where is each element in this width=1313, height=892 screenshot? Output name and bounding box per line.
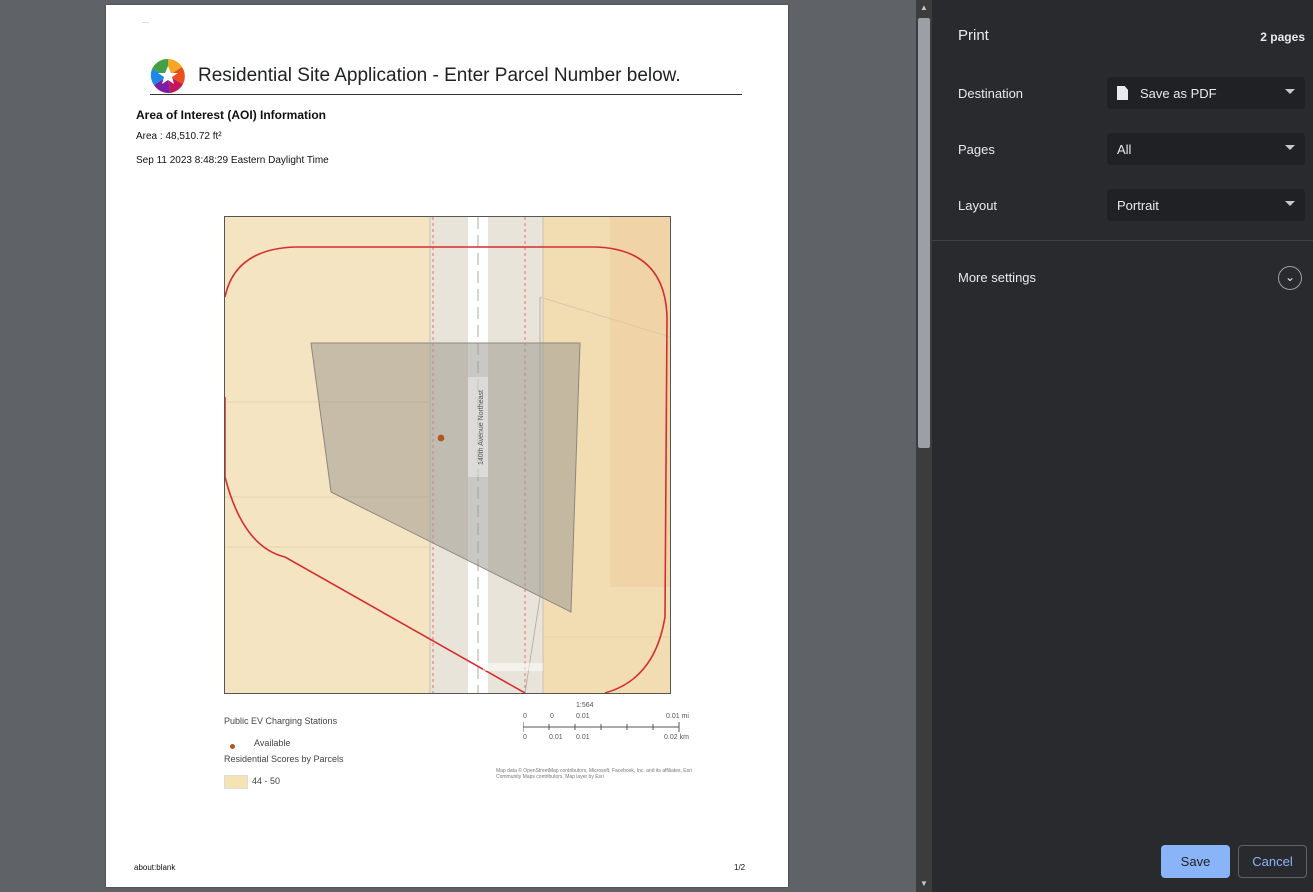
pages-label: Pages	[958, 142, 995, 157]
destination-value: Save as PDF	[1140, 85, 1217, 101]
scale-top-tick-3: 0.01 mi	[666, 713, 689, 720]
report-timestamp: Sep 11 2023 8:48:29 Eastern Daylight Tim…	[136, 155, 329, 166]
map-attribution: Map data © OpenStreetMap contributors, M…	[496, 768, 692, 780]
scroll-down-icon[interactable]: ▼	[918, 878, 930, 890]
print-settings-panel: Print 2 pages Destination Save as PDF Pa…	[932, 0, 1313, 892]
report-header: Residential Site Application - Enter Par…	[150, 58, 681, 94]
pages-value: All	[1117, 141, 1132, 157]
legend-ev-title: Public EV Charging Stations	[224, 716, 338, 726]
footer-url: about:blank	[134, 863, 176, 872]
aoi-area: Area : 48,510.72 ft²	[136, 131, 222, 142]
report-title: Residential Site Application - Enter Par…	[198, 65, 681, 86]
map-image: 140th Avenue Northeast	[224, 216, 671, 694]
chevron-down-icon[interactable]: ⌄	[1278, 266, 1302, 290]
scale-bottom-tick-0: 0	[523, 734, 527, 741]
scale-top-tick-2: 0.01	[576, 713, 590, 720]
cancel-button[interactable]: Cancel	[1238, 845, 1307, 878]
footer-page-number: 1/2	[734, 863, 746, 872]
layout-select[interactable]: Portrait	[1107, 189, 1305, 221]
pages-select[interactable]: All	[1107, 133, 1305, 165]
panel-divider	[932, 240, 1313, 241]
scale-bottom-tick-1: 0.01	[549, 734, 563, 741]
page-count: 2 pages	[1260, 30, 1305, 44]
layout-value: Portrait	[1117, 197, 1159, 213]
legend-parcel-item: 44 - 50	[252, 776, 281, 786]
scroll-up-icon[interactable]: ▲	[918, 2, 930, 14]
dropdown-caret-icon	[1285, 89, 1295, 94]
scale-top-tick-0: 0	[523, 713, 527, 720]
ev-station-point-icon	[437, 434, 445, 442]
print-title: Print	[958, 27, 989, 44]
more-settings-label[interactable]: More settings	[958, 270, 1036, 285]
preview-page: — Residential Site Application - Enter P…	[106, 5, 788, 887]
dropdown-caret-icon	[1285, 201, 1295, 206]
faint-header-mark: —	[142, 19, 149, 26]
legend-ev-dot-icon	[230, 744, 235, 749]
layout-label: Layout	[958, 198, 998, 213]
print-preview-area: — Residential Site Application - Enter P…	[0, 0, 916, 892]
logo-icon	[150, 58, 185, 94]
scrollbar-thumb[interactable]	[918, 18, 930, 448]
scale-bottom-tick-3: 0.02 km	[664, 734, 689, 741]
scale-ratio: 1:564	[576, 702, 594, 709]
legend-ev-item: Available	[254, 738, 291, 748]
pdf-file-icon	[1117, 86, 1128, 100]
aoi-heading: Area of Interest (AOI) Information	[136, 108, 327, 122]
scale-bar	[523, 722, 680, 732]
destination-label: Destination	[958, 86, 1024, 101]
save-button[interactable]: Save	[1161, 845, 1230, 878]
legend-parcel-swatch	[224, 775, 248, 789]
legend-parcel-title: Residential Scores by Parcels	[224, 754, 344, 764]
street-label: 140th Avenue Northeast	[478, 390, 485, 465]
destination-select[interactable]: Save as PDF	[1107, 77, 1305, 109]
scale-bottom-tick-2: 0.01	[576, 734, 590, 741]
scale-top-tick-1: 0	[550, 713, 554, 720]
header-divider	[150, 94, 742, 95]
dropdown-caret-icon	[1285, 145, 1295, 150]
